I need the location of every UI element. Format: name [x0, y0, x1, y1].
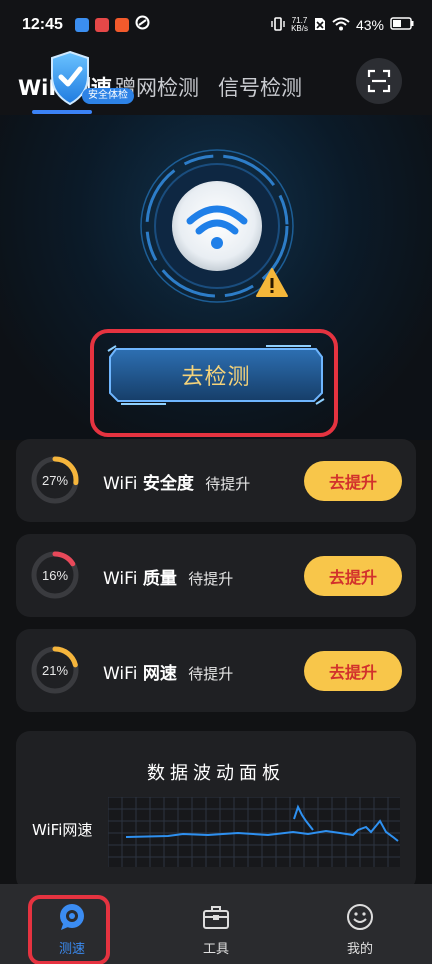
bottom-nav: 测速 工具 我的 — [0, 884, 432, 964]
status-time: 12:45 — [22, 16, 63, 33]
panel-title: 数据波动面板 — [147, 763, 285, 784]
metric-prefix: WiFi — [103, 569, 138, 589]
metric-percent: 16% — [41, 567, 69, 583]
metric-status: 待提升 — [188, 570, 234, 588]
status-bar: 12:45 71.7 KB/s 43% — [0, 0, 432, 50]
nav-label: 测速 — [58, 942, 85, 957]
metric-label: WiFi 安全度 待提升 — [103, 469, 250, 494]
active-tab-indicator — [32, 110, 92, 114]
metric-label: WiFi 质量 待提升 — [103, 564, 233, 589]
detect-button-label: 去检测 — [181, 365, 251, 390]
smiley-icon — [347, 904, 373, 930]
notification-app-icon — [74, 18, 89, 32]
wifi-status-icon — [332, 17, 350, 34]
status-left: 12:45 — [22, 15, 150, 35]
boost-speed-button[interactable]: 去提升 — [304, 651, 402, 691]
metric-name: 安全度 — [142, 474, 194, 494]
speed-chart-label: WiFi网速 — [32, 821, 93, 839]
metric-label: WiFi 网速 待提升 — [103, 659, 233, 684]
battery-icon — [390, 17, 414, 33]
vibrate-icon — [271, 16, 285, 34]
network-speed-unit: KB/s — [291, 24, 308, 33]
notification-app-icon — [135, 15, 150, 35]
boost-security-button[interactable]: 去提升 — [304, 461, 402, 501]
metric-percent: 21% — [41, 662, 69, 678]
metric-status: 待提升 — [205, 475, 251, 493]
boost-quality-button[interactable]: 去提升 — [304, 556, 402, 596]
notification-app-icon — [114, 18, 129, 32]
metric-prefix: WiFi — [103, 664, 138, 684]
metric-name: 质量 — [142, 569, 177, 589]
scan-icon — [367, 69, 391, 93]
network-speed: 71.7 KB/s — [291, 17, 308, 33]
metric-prefix: WiFi — [103, 474, 138, 494]
notification-app-icon — [94, 18, 109, 32]
safety-check-badge[interactable]: 安全体检 — [82, 88, 134, 104]
speed-test-icon — [60, 904, 84, 930]
warning-icon — [256, 268, 288, 297]
battery-percent: 43% — [355, 17, 384, 33]
nav-label: 我的 — [346, 942, 373, 957]
hero-panel: 去检测 — [0, 115, 432, 440]
nav-speed-test[interactable]: 测速 — [0, 884, 144, 964]
metric-status: 待提升 — [188, 665, 234, 683]
data-fluctuation-panel: 数据波动面板 WiFi网速 — [16, 731, 416, 891]
speed-wave-chart — [108, 797, 400, 867]
no-sim-icon — [314, 17, 326, 34]
metric-name: 网速 — [142, 664, 177, 684]
nav-label: 工具 — [202, 942, 229, 957]
status-right: 71.7 KB/s 43% — [271, 17, 414, 34]
detect-button[interactable]: 去检测 — [106, 345, 326, 405]
nav-mine[interactable]: 我的 — [288, 884, 432, 964]
toolbox-icon — [203, 906, 229, 929]
metric-card-security: 27% WiFi 安全度 待提升 去提升 — [16, 439, 416, 522]
tab-signal-detect[interactable]: 信号检测 — [218, 72, 302, 102]
nav-tools[interactable]: 工具 — [144, 884, 288, 964]
metric-percent: 27% — [41, 472, 69, 488]
metric-card-speed: 21% WiFi 网速 待提升 去提升 — [16, 629, 416, 712]
scan-button[interactable] — [356, 58, 402, 104]
metric-card-quality: 16% WiFi 质量 待提升 去提升 — [16, 534, 416, 617]
